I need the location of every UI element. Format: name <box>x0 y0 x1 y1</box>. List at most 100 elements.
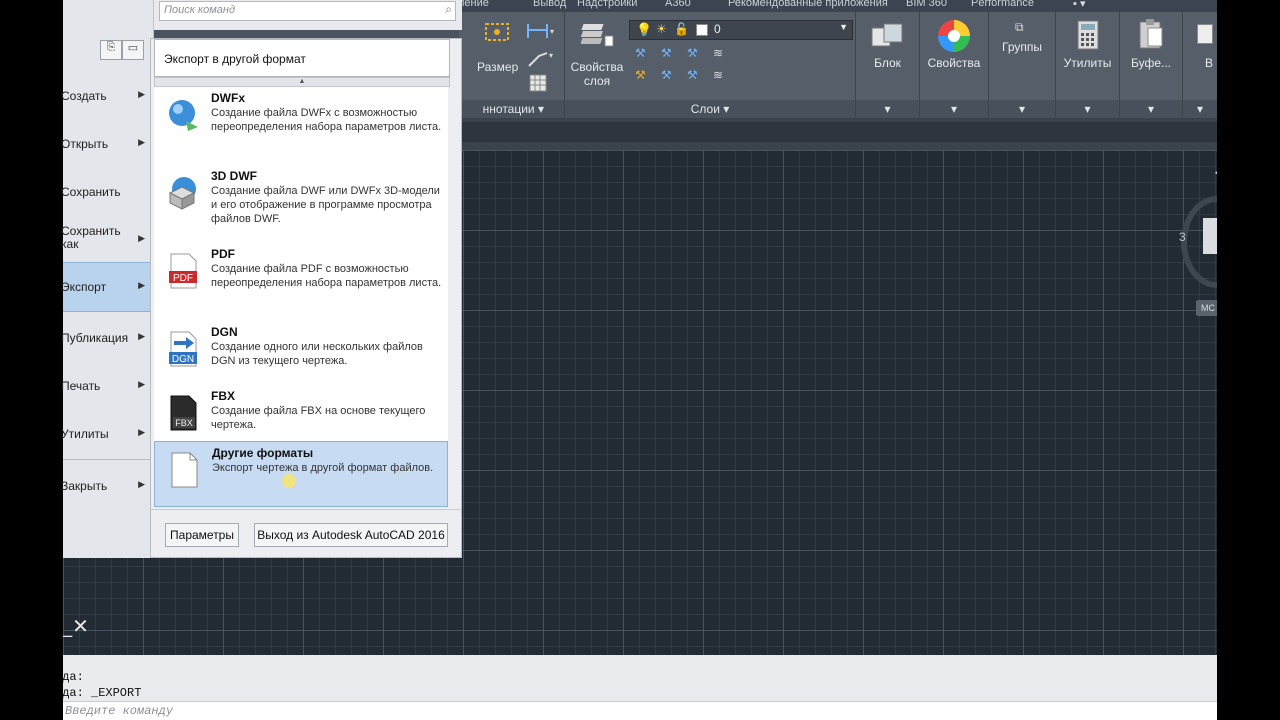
search-input[interactable]: Поиск команд <box>164 4 235 16</box>
chevron-right-icon: ▶ <box>138 89 145 99</box>
tab-manage[interactable]: ление <box>458 0 489 9</box>
layer-properties-label[interactable]: Свойства слоя <box>567 60 627 88</box>
color-swatch <box>696 24 708 36</box>
groups-label[interactable]: Группы <box>989 40 1055 54</box>
options-button[interactable]: Параметры <box>165 523 239 547</box>
view-label[interactable]: В <box>1205 56 1213 70</box>
export-item-title: FBX <box>211 389 235 403</box>
layer-tool-icon[interactable]: ⚒ <box>687 68 701 82</box>
menu-item-label: Утилиты <box>61 427 109 441</box>
properties-panel-footer[interactable]: ▾ <box>920 100 988 118</box>
layer-tool-icon[interactable]: ≋ <box>713 68 727 82</box>
layers-panel-footer[interactable]: Слои ▾ <box>565 100 855 118</box>
razmer-label[interactable]: Размер <box>477 60 518 74</box>
menu-item-new[interactable]: Создать ▶ <box>61 76 153 116</box>
menu-item-print[interactable]: Печать ▶ <box>61 366 153 406</box>
tab-performance[interactable]: Performance <box>971 0 1034 9</box>
utilities-label[interactable]: Утилиты <box>1056 56 1119 70</box>
menu-item-export[interactable]: Экспорт ▶ <box>61 262 153 312</box>
exit-autocad-button[interactable]: Выход из Autodesk AutoCAD 2016 <box>254 523 448 547</box>
pdf-icon: PDF <box>169 253 197 289</box>
clipboard-panel-footer[interactable]: ▾ <box>1120 100 1182 118</box>
layer-tool-icon[interactable]: ⚒ <box>687 46 701 60</box>
annotations-panel-footer[interactable]: ннотации ▾ <box>459 100 564 118</box>
chevron-right-icon: ▶ <box>138 280 145 290</box>
chevron-right-icon: ▶ <box>138 379 145 389</box>
export-item-dgn[interactable]: DGN DGN Создание одного или нескольких ф… <box>154 321 448 385</box>
layer-tool-icon[interactable]: ⚒ <box>661 68 675 82</box>
export-item-title: DWFx <box>211 91 245 105</box>
chevron-down-icon: ▼ <box>839 22 848 32</box>
tab-addons[interactable]: Надстройки <box>577 0 637 9</box>
block-label[interactable]: Блок <box>856 56 919 70</box>
tab-bim360[interactable]: BIM 360 <box>906 0 947 9</box>
group-icon[interactable]: ⧉ <box>1015 20 1024 35</box>
groups-panel-footer[interactable]: ▾ <box>989 100 1055 118</box>
utilities-panel-footer[interactable]: ▾ <box>1056 100 1119 118</box>
camera-icon[interactable]: ▪ ▾ <box>1073 0 1085 10</box>
block-panel-footer[interactable]: ▾ <box>856 100 919 118</box>
export-item-description: Создание файла PDF с возможностью переоп… <box>211 263 442 289</box>
tab-a360[interactable]: А360 <box>665 0 691 9</box>
compass-dot-icon: • <box>1215 168 1217 178</box>
linear-dim-icon[interactable]: ▾ <box>525 20 555 42</box>
properties-label[interactable]: Свойства <box>920 56 988 70</box>
command-input-area[interactable]: Введите команду <box>63 701 1217 720</box>
export-item-dwfx[interactable]: DWFx Создание файла DWFx с возможностью … <box>154 87 448 151</box>
export-item-3d-dwf[interactable]: 3D DWF Создание файла DWF или DWFx 3D-мо… <box>154 165 448 229</box>
leader-icon[interactable]: ▾ <box>525 48 555 70</box>
menu-item-save-as[interactable]: Сохранить как ▶ <box>61 220 153 260</box>
table-icon[interactable] <box>529 74 547 92</box>
layer-dropdown[interactable]: 💡 ☀ 🔓 0 ▼ <box>629 20 853 40</box>
export-item-title: Другие форматы <box>212 446 314 460</box>
search-icon[interactable]: ⌕ <box>445 2 452 17</box>
svg-text:FBX: FBX <box>175 418 193 428</box>
menu-item-open[interactable]: Открыть ▶ <box>61 124 153 164</box>
menu-item-publish[interactable]: Публикация ▶ <box>61 318 153 358</box>
tab-output[interactable]: Вывод <box>533 0 566 9</box>
command-input[interactable]: Введите команду <box>65 704 173 718</box>
clipboard-icon[interactable] <box>1138 18 1164 50</box>
menu-item-save[interactable]: Сохранить <box>61 172 153 212</box>
layer-properties-icon[interactable] <box>581 20 615 50</box>
menu-item-close[interactable]: Закрыть ▶ <box>61 466 153 506</box>
utilities-panel: Утилиты ▾ <box>1056 12 1120 118</box>
command-window: нда: нда: _EXPORT Введите команду <box>63 655 1217 720</box>
menu-item-label: Печать <box>61 379 101 393</box>
color-wheel-icon[interactable] <box>936 18 972 54</box>
export-item-description: Создание файла FBX на основе текущего че… <box>211 405 426 431</box>
close-icon[interactable]: _✕ <box>63 614 89 639</box>
export-item-fbx[interactable]: FBX FBX Создание файла FBX на основе тек… <box>154 385 448 449</box>
export-item-title: 3D DWF <box>211 169 257 183</box>
menu-item-label: Публикация <box>61 331 129 345</box>
layer-tool-icon[interactable]: ≋ <box>713 46 727 60</box>
block-icon[interactable] <box>870 20 906 52</box>
layer-tool-icon[interactable]: ⚒ <box>635 68 649 82</box>
recent-documents-icon[interactable]: ⎘ <box>100 40 122 60</box>
dwfx-icon <box>169 100 198 131</box>
model-space-badge[interactable]: МС <box>1196 300 1217 316</box>
search-box[interactable]: Поиск команд ⌕ <box>159 1 456 21</box>
menu-item-utilities[interactable]: Утилиты ▶ <box>61 414 153 454</box>
view-panel-footer[interactable]: ▾ <box>1183 100 1217 118</box>
open-documents-icon[interactable]: ▭ <box>122 40 144 60</box>
layer-tool-icon[interactable]: ⚒ <box>661 46 675 60</box>
dimension-icon[interactable] <box>483 20 511 46</box>
view-icon[interactable] <box>1197 24 1213 44</box>
scroll-up-button[interactable]: ▲ <box>154 77 450 87</box>
submenu-title: Экспорт в другой формат <box>164 52 306 66</box>
export-item-other-formats[interactable]: Другие форматы Экспорт чертежа в другой … <box>154 441 448 507</box>
layer-tool-icon[interactable]: ⚒ <box>635 46 649 60</box>
clipboard-panel: Буфе... ▾ <box>1120 12 1183 118</box>
viewcube-face[interactable] <box>1203 218 1217 254</box>
clipboard-label[interactable]: Буфе... <box>1120 56 1182 70</box>
export-item-pdf[interactable]: PDF PDF Создание файла PDF с возможность… <box>154 243 448 307</box>
layer-tools: ⚒ ⚒ ⚒ ≋ ⚒ ⚒ ⚒ ≋ <box>635 46 785 90</box>
calculator-icon[interactable] <box>1076 20 1100 50</box>
groups-panel: ⧉ Группы ▾ <box>989 12 1056 118</box>
application-menu: ⎘ ▭ Создать ▶ Открыть ▶ Сохранить Сохранит… <box>61 0 154 558</box>
export-item-description: Экспорт чертежа в другой формат файлов. <box>212 462 434 474</box>
recent-docs-buttons: ⎘ ▭ <box>100 40 148 60</box>
export-submenu: Экспорт в другой формат ▲ DWFx Создание … <box>150 38 462 558</box>
tab-featured-apps[interactable]: Рекомендованные приложения <box>728 0 888 9</box>
